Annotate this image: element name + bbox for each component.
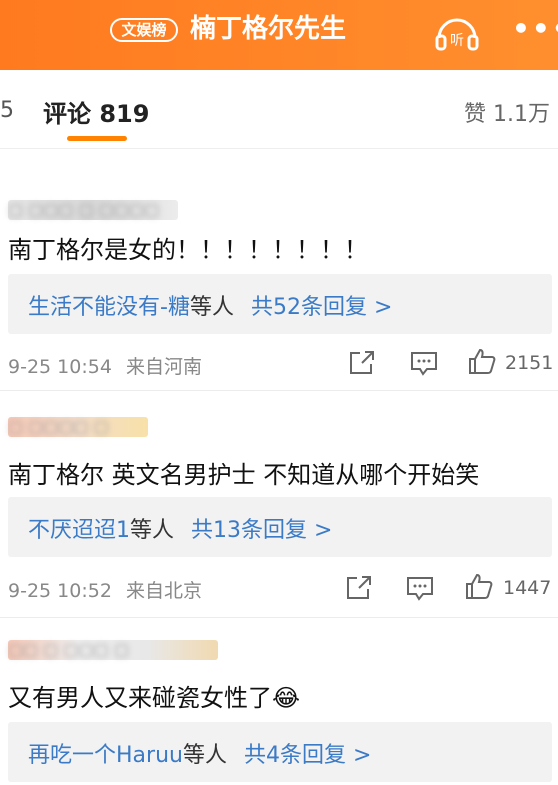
comment-text: 南丁格尔 英文名男护士 不知道从哪个开始笑 xyxy=(8,461,480,489)
reply-summary[interactable]: 生活不能没有-糖等人 共52条回复 > xyxy=(8,274,552,334)
more-icon[interactable]: ••• xyxy=(512,14,558,44)
active-tab-indicator xyxy=(67,136,127,141)
reply-user-link[interactable]: 生活不能没有-糖 xyxy=(28,295,190,320)
reply-count-link[interactable]: 共4条回复 > xyxy=(244,743,371,768)
like-icon[interactable] xyxy=(465,573,493,599)
username-blurred[interactable]: ▢▢ ▢ ▢▢▢ ▢ xyxy=(8,640,218,660)
reply-count-link[interactable]: 共13条回复 > xyxy=(191,518,332,543)
comment-icon[interactable] xyxy=(406,575,434,601)
comment-location: 来自北京 xyxy=(125,580,202,602)
tab-reposts-partial[interactable]: 5 xyxy=(0,98,14,123)
username-blurred[interactable]: ▢ ▢▢▢▢ ▢ xyxy=(8,417,148,437)
tab-comments[interactable]: 评论 819 xyxy=(43,94,149,129)
comment-time: 9-25 10:54 xyxy=(8,356,112,378)
like-count: 1447 xyxy=(503,577,552,599)
reply-count-link[interactable]: 共52条回复 > xyxy=(251,295,392,320)
tab-bar: 5 评论 819 赞 1.1万 xyxy=(0,70,558,149)
reply-mid-text: 等人 xyxy=(189,295,234,320)
comment-item: ▢▢ ▢ ▢▢▢ ▢ 又有男人又来碰瓷女性了😂 再吃一个Haruu等人 共4条回… xyxy=(0,618,558,785)
comment-text: 南丁格尔是女的！！！！！！！！ xyxy=(8,236,368,264)
comment-text: 又有男人又来碰瓷女性了😂 xyxy=(8,684,301,712)
share-icon[interactable] xyxy=(348,350,376,376)
comment-meta: 9-25 10:54 来自河南 xyxy=(8,352,202,379)
comment-meta: 9-25 10:52 来自北京 xyxy=(8,576,202,603)
listen-label: 听 xyxy=(450,33,464,49)
tab-likes[interactable]: 赞 1.1万 xyxy=(464,96,550,128)
share-icon[interactable] xyxy=(345,575,373,601)
reply-summary[interactable]: 再吃一个Haruu等人 共4条回复 > xyxy=(8,722,552,782)
reply-mid-text: 等人 xyxy=(130,518,175,543)
entertainment-ranking-badge[interactable]: 文娱榜 xyxy=(110,18,178,42)
username-blurred[interactable]: ▢ ▢▢▢ ▢ ▢▢▢▢ xyxy=(8,200,178,220)
comment-item: ▢ ▢▢▢ ▢ ▢▢▢▢ 南丁格尔是女的！！！！！！！！ 生活不能没有-糖等人 … xyxy=(0,150,558,390)
listen-icon[interactable]: 听 xyxy=(434,12,480,52)
like-count: 2151 xyxy=(505,352,554,374)
app-header: 文娱榜 楠丁格尔先生 听 ••• xyxy=(0,0,558,70)
reply-user-link[interactable]: 再吃一个Haruu xyxy=(28,743,183,768)
reply-summary[interactable]: 不厌迢迢1等人 共13条回复 > xyxy=(8,497,552,557)
reply-user-link[interactable]: 不厌迢迢1 xyxy=(28,518,130,543)
comment-time: 9-25 10:52 xyxy=(8,580,112,602)
page-title: 楠丁格尔先生 xyxy=(190,14,347,44)
comment-location: 来自河南 xyxy=(125,356,202,378)
comment-icon[interactable] xyxy=(410,350,438,376)
like-icon[interactable] xyxy=(468,348,496,374)
comment-item: ▢ ▢▢▢▢ ▢ 南丁格尔 英文名男护士 不知道从哪个开始笑 不厌迢迢1等人 共… xyxy=(0,391,558,617)
reply-mid-text: 等人 xyxy=(182,743,227,768)
